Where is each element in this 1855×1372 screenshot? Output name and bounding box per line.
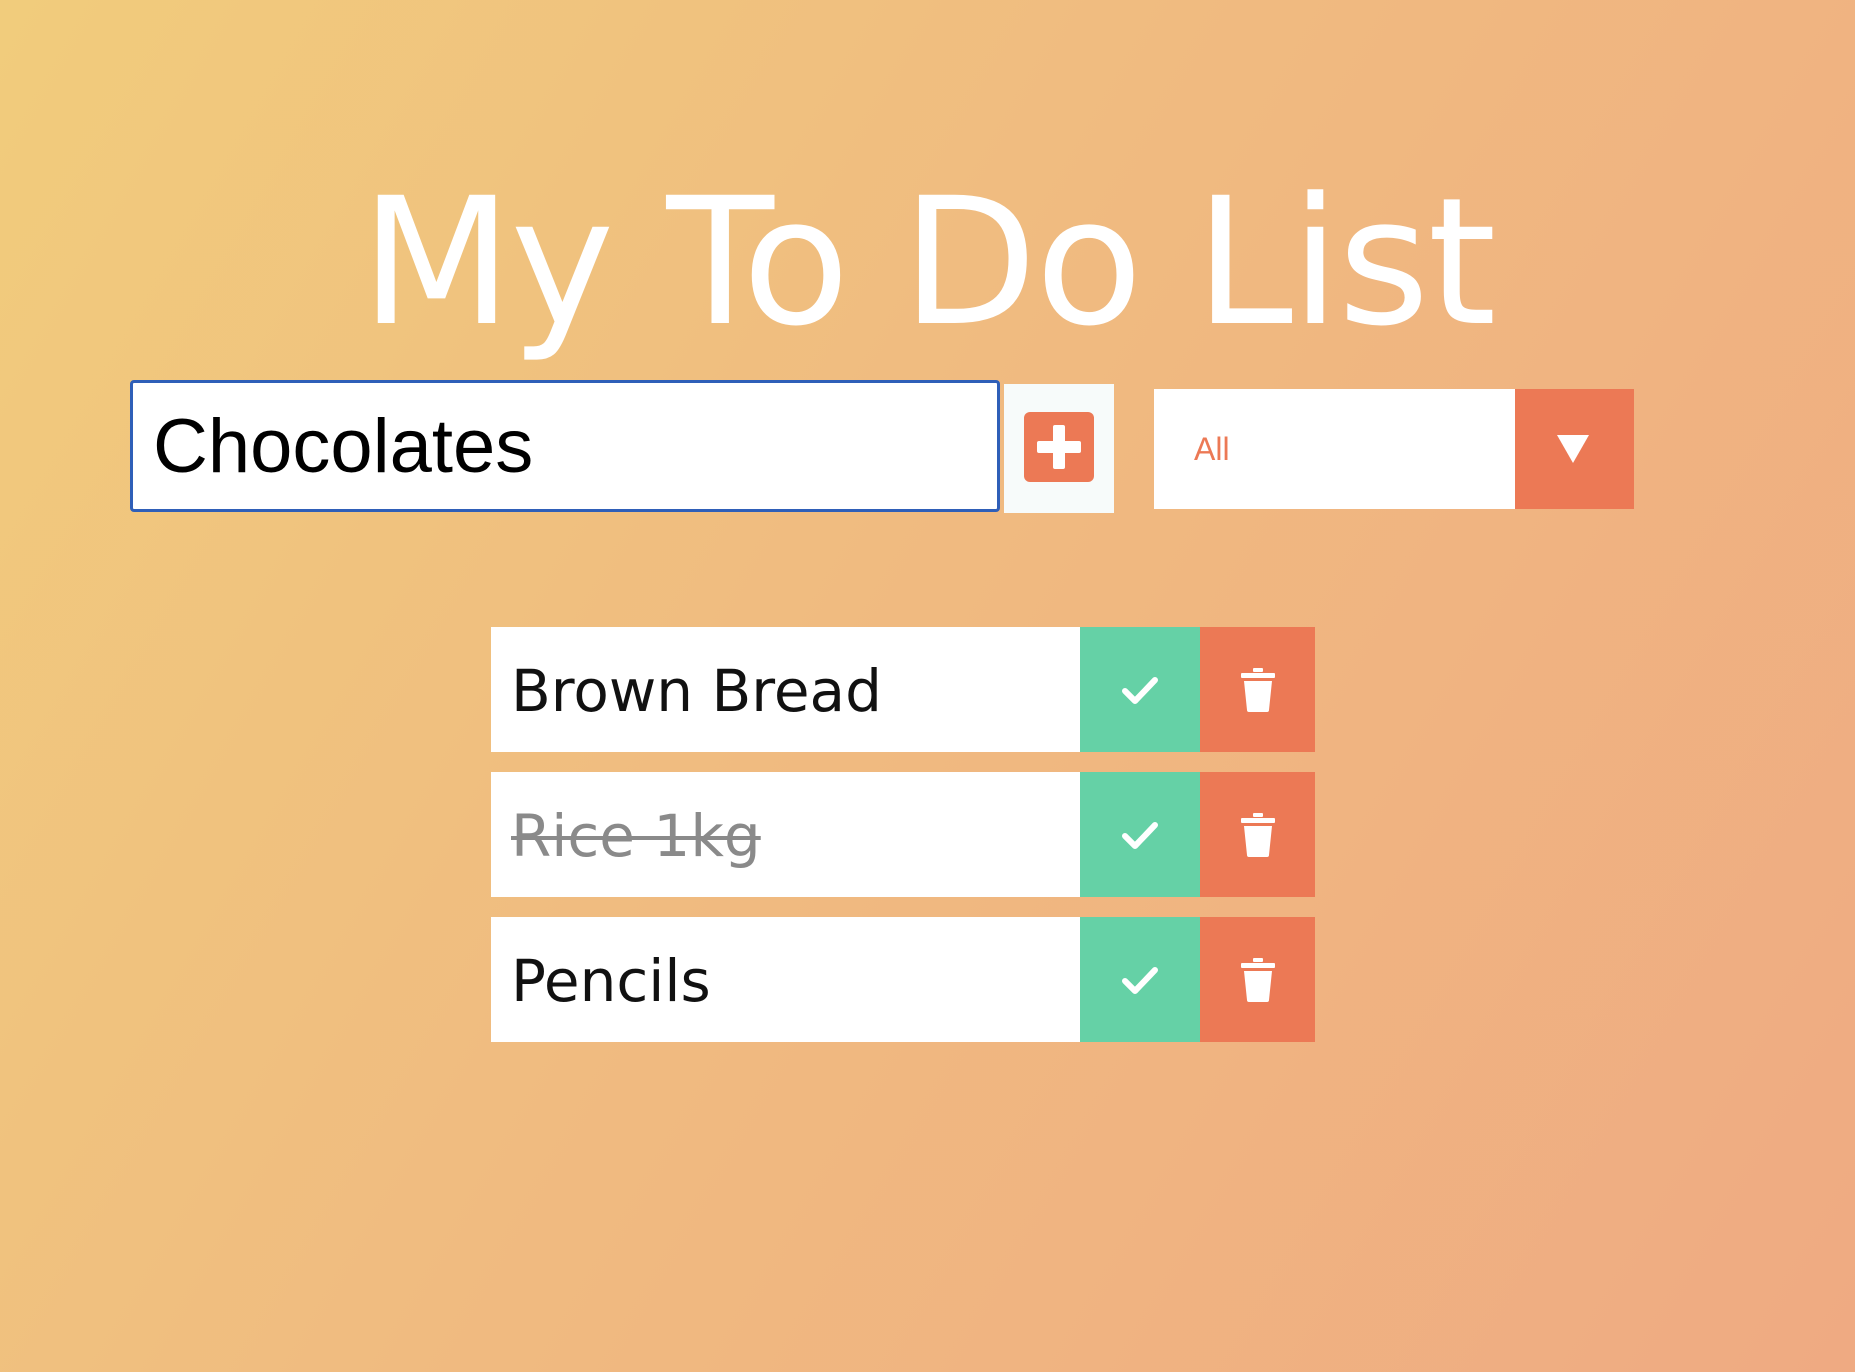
todo-input[interactable] xyxy=(130,380,1000,512)
trash-icon xyxy=(1200,956,1315,1004)
complete-button[interactable] xyxy=(1080,627,1200,752)
page-title: My To Do List xyxy=(360,159,1497,365)
complete-button[interactable] xyxy=(1080,917,1200,1042)
delete-button[interactable] xyxy=(1200,772,1315,897)
todo-item: Rice 1kg xyxy=(491,772,1315,897)
add-todo-button[interactable] xyxy=(1024,412,1094,482)
todo-item-text: Pencils xyxy=(511,947,711,1015)
complete-button[interactable] xyxy=(1080,772,1200,897)
delete-button[interactable] xyxy=(1200,627,1315,752)
filter-dropdown-button[interactable] xyxy=(1515,389,1634,509)
trash-icon xyxy=(1200,811,1315,859)
todo-item-text: Rice 1kg xyxy=(511,802,761,870)
add-button-box xyxy=(1004,384,1114,513)
todo-list: Brown Bread Rice 1kg Pencils xyxy=(491,627,1315,1062)
delete-button[interactable] xyxy=(1200,917,1315,1042)
check-icon xyxy=(1080,958,1200,1002)
plus-square-icon xyxy=(1024,412,1094,482)
check-icon xyxy=(1080,668,1200,712)
todo-item: Pencils xyxy=(491,917,1315,1042)
todo-item-text: Brown Bread xyxy=(511,657,882,725)
filter-select[interactable]: All xyxy=(1154,389,1634,509)
trash-icon xyxy=(1200,666,1315,714)
check-icon xyxy=(1080,813,1200,857)
todo-item: Brown Bread xyxy=(491,627,1315,752)
filter-selected-value: All xyxy=(1194,431,1230,467)
todo-form xyxy=(130,380,1114,516)
